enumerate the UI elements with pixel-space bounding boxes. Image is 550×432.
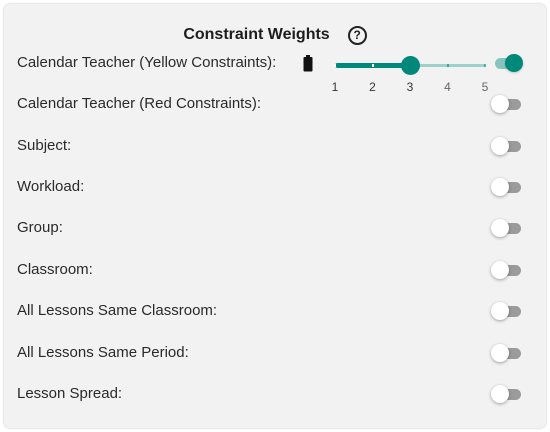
slider-tick (446, 64, 449, 67)
constraint-label: Workload: (17, 178, 85, 195)
toggle-all-lessons-same-period[interactable] (491, 343, 523, 363)
constraint-row-lesson-spread: Lesson Spread: (4, 379, 546, 409)
constraint-label: Classroom: (17, 261, 93, 278)
constraint-label: Group: (17, 219, 63, 236)
toggle-calendar-teacher-red[interactable] (491, 94, 523, 114)
constraint-label: Lesson Spread: (17, 385, 123, 402)
toggle-workload[interactable] (491, 177, 523, 197)
toggle-subject[interactable] (491, 136, 523, 156)
toggle-all-lessons-same-classroom[interactable] (491, 301, 523, 321)
panel-header: Constraint Weights ? (4, 22, 546, 48)
toggle-thumb[interactable] (491, 219, 509, 237)
toggle-thumb[interactable] (491, 95, 509, 113)
toggle-thumb[interactable] (491, 344, 509, 362)
toggle-thumb[interactable] (491, 137, 509, 155)
panel-title: Constraint Weights (183, 26, 330, 43)
constraint-row-subject: Subject: (4, 131, 546, 161)
slider-tick (334, 64, 336, 67)
constraint-row-all-lessons-same-period: All Lessons Same Period: (4, 338, 546, 368)
constraint-row-workload: Workload: (4, 172, 546, 202)
slider-thumb[interactable] (401, 56, 420, 75)
battery-icon (301, 54, 315, 72)
constraint-label: Subject: (17, 137, 72, 154)
constraint-row-all-lessons-same-classroom: All Lessons Same Classroom: (4, 296, 546, 326)
slider-tick (371, 64, 374, 67)
constraint-label: Calendar Teacher (Red Constraints): (17, 95, 262, 112)
toggle-lesson-spread[interactable] (491, 384, 523, 404)
help-circle-icon[interactable]: ? (347, 25, 367, 45)
toggle-thumb[interactable] (491, 261, 509, 279)
constraint-weights-panel: Constraint Weights ? Calendar Teacher (Y… (4, 4, 546, 428)
toggle-group[interactable] (491, 218, 523, 238)
constraint-row-group: Group: (4, 213, 546, 243)
constraint-label: All Lessons Same Classroom: (17, 302, 218, 319)
toggle-thumb[interactable] (505, 54, 523, 72)
slider-tick (484, 64, 486, 67)
constraint-row-calendar-teacher-red: Calendar Teacher (Red Constraints): (4, 89, 546, 119)
toggle-thumb[interactable] (491, 385, 509, 403)
toggle-thumb[interactable] (491, 178, 509, 196)
constraint-label: Calendar Teacher (Yellow Constraints): (17, 54, 277, 71)
toggle-calendar-teacher-yellow[interactable] (491, 53, 523, 73)
constraint-label: All Lessons Same Period: (17, 344, 189, 361)
constraint-row-classroom: Classroom: (4, 255, 546, 285)
toggle-thumb[interactable] (491, 302, 509, 320)
toggle-classroom[interactable] (491, 260, 523, 280)
